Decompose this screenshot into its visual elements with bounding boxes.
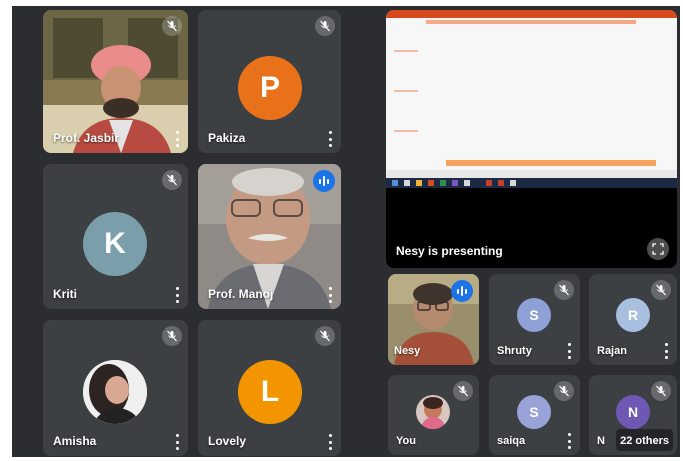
shared-screen	[386, 10, 677, 188]
mic-off-icon	[162, 326, 182, 346]
participant-name: Prof. Jasbir	[53, 131, 120, 145]
others-count-label: 22 others	[620, 435, 669, 447]
participant-tile-amisha[interactable]: Amisha	[43, 320, 188, 456]
mic-off-icon	[162, 16, 182, 36]
participant-name: N	[597, 435, 605, 447]
mic-off-icon	[453, 381, 473, 401]
participant-name: Amisha	[53, 434, 97, 448]
avatar: R	[616, 298, 650, 332]
participant-tile-saiqa[interactable]: S saiqa	[489, 375, 580, 455]
participant-tile-pakiza[interactable]: P Pakiza	[198, 10, 341, 153]
mic-off-icon	[554, 381, 574, 401]
mic-off-icon	[651, 280, 671, 300]
fullscreen-icon[interactable]	[647, 238, 669, 260]
avatar: P	[238, 56, 302, 120]
avatar	[416, 395, 450, 429]
participant-name: Prof. Manoj	[208, 287, 274, 301]
presentation-tile[interactable]: Nesy is presenting	[386, 10, 677, 268]
presentation-label: Nesy is presenting	[396, 244, 503, 258]
participant-tile-others[interactable]: N N 22 others	[589, 375, 677, 455]
participant-name: Shruty	[497, 345, 532, 357]
participant-name: Kriti	[53, 287, 77, 301]
participant-name: Pakiza	[208, 131, 246, 145]
avatar	[83, 360, 147, 424]
more-vert-icon[interactable]	[661, 343, 671, 359]
participant-tile-manoj[interactable]: Prof. Manoj	[198, 164, 341, 309]
participant-tile-nesy[interactable]: Nesy	[388, 274, 479, 365]
avatar: S	[517, 395, 551, 429]
mic-off-icon	[651, 381, 671, 401]
mic-off-icon	[554, 280, 574, 300]
avatar: N	[616, 395, 650, 429]
avatar: K	[83, 212, 147, 276]
participant-tile-shruty[interactable]: S Shruty	[489, 274, 580, 365]
more-vert-icon[interactable]	[172, 287, 182, 303]
participant-tile-kriti[interactable]: K Kriti	[43, 164, 188, 309]
more-vert-icon[interactable]	[564, 343, 574, 359]
participant-name: Rajan	[597, 345, 627, 357]
avatar: L	[238, 360, 302, 424]
more-vert-icon[interactable]	[325, 287, 335, 303]
participant-tile-jasbir[interactable]: Prof. Jasbir	[43, 10, 188, 153]
more-vert-icon[interactable]	[172, 434, 182, 450]
others-count-badge[interactable]: 22 others	[616, 429, 673, 451]
participant-tile-rajan[interactable]: R Rajan	[589, 274, 677, 365]
avatar: S	[517, 298, 551, 332]
participant-tile-lovely[interactable]: L Lovely	[198, 320, 341, 456]
participant-name: saiqa	[497, 435, 526, 447]
more-vert-icon[interactable]	[325, 131, 335, 147]
mic-off-icon	[315, 326, 335, 346]
meeting-grid: Prof. Jasbir P Pakiza K Kriti Prof. Mano…	[12, 6, 680, 457]
mic-off-icon	[315, 16, 335, 36]
participant-name: You	[396, 435, 416, 447]
mic-off-icon	[162, 170, 182, 190]
more-vert-icon[interactable]	[564, 433, 574, 449]
more-vert-icon[interactable]	[172, 131, 182, 147]
audio-level-icon	[451, 280, 473, 302]
participant-name: Nesy	[394, 345, 421, 357]
audio-level-icon	[313, 170, 335, 192]
participant-name: Lovely	[208, 434, 247, 448]
participant-tile-you[interactable]: You	[388, 375, 479, 455]
more-vert-icon[interactable]	[325, 434, 335, 450]
